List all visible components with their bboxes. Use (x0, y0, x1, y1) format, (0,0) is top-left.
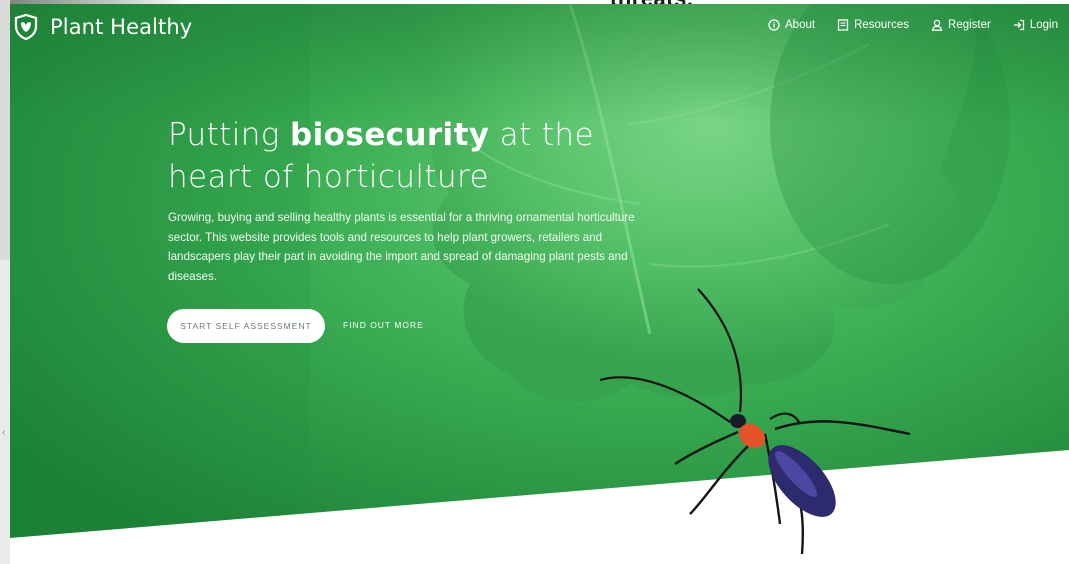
top-nav: About Resources Register Login (757, 19, 1069, 31)
nav-resources[interactable]: Resources (826, 19, 920, 31)
nav-about[interactable]: About (757, 19, 826, 31)
nav-login-label: Login (1029, 19, 1058, 31)
nav-register[interactable]: Register (920, 19, 1002, 31)
page: threats. ‹ (0, 0, 1069, 564)
login-icon (1013, 19, 1025, 31)
headline-post: at the (489, 117, 594, 153)
nav-about-label: About (785, 19, 816, 31)
info-icon (768, 19, 780, 31)
hero-section: Plant Healthy About Resources Register L… (10, 4, 1069, 564)
hero-lede: Growing, buying and selling healthy plan… (168, 211, 635, 283)
find-out-more-link[interactable]: FIND OUT MORE (343, 320, 424, 330)
left-page-edge: ‹ (0, 0, 10, 564)
start-self-assessment-button[interactable]: START SELF ASSESSMENT (167, 309, 325, 343)
nav-register-label: Register (948, 19, 991, 31)
nav-login[interactable]: Login (1002, 19, 1069, 31)
book-icon (837, 19, 849, 31)
brand-name: Plant Healthy (50, 15, 193, 39)
edge-chevron-icon: ‹ (2, 427, 6, 439)
beetle-illustration (599, 288, 911, 555)
nav-resources-label: Resources (854, 19, 910, 31)
headline-strong: biosecurity (290, 117, 490, 153)
headline-pre: Putting (168, 117, 291, 153)
headline-line-2: heart of horticulture (168, 159, 489, 195)
brand-logo-link[interactable]: Plant Healthy (12, 13, 192, 41)
user-icon (931, 19, 943, 31)
shield-leaf-icon (14, 13, 38, 41)
hero-headline: Putting biosecurity at the heart of hort… (168, 114, 688, 198)
left-edge-block (0, 0, 10, 260)
